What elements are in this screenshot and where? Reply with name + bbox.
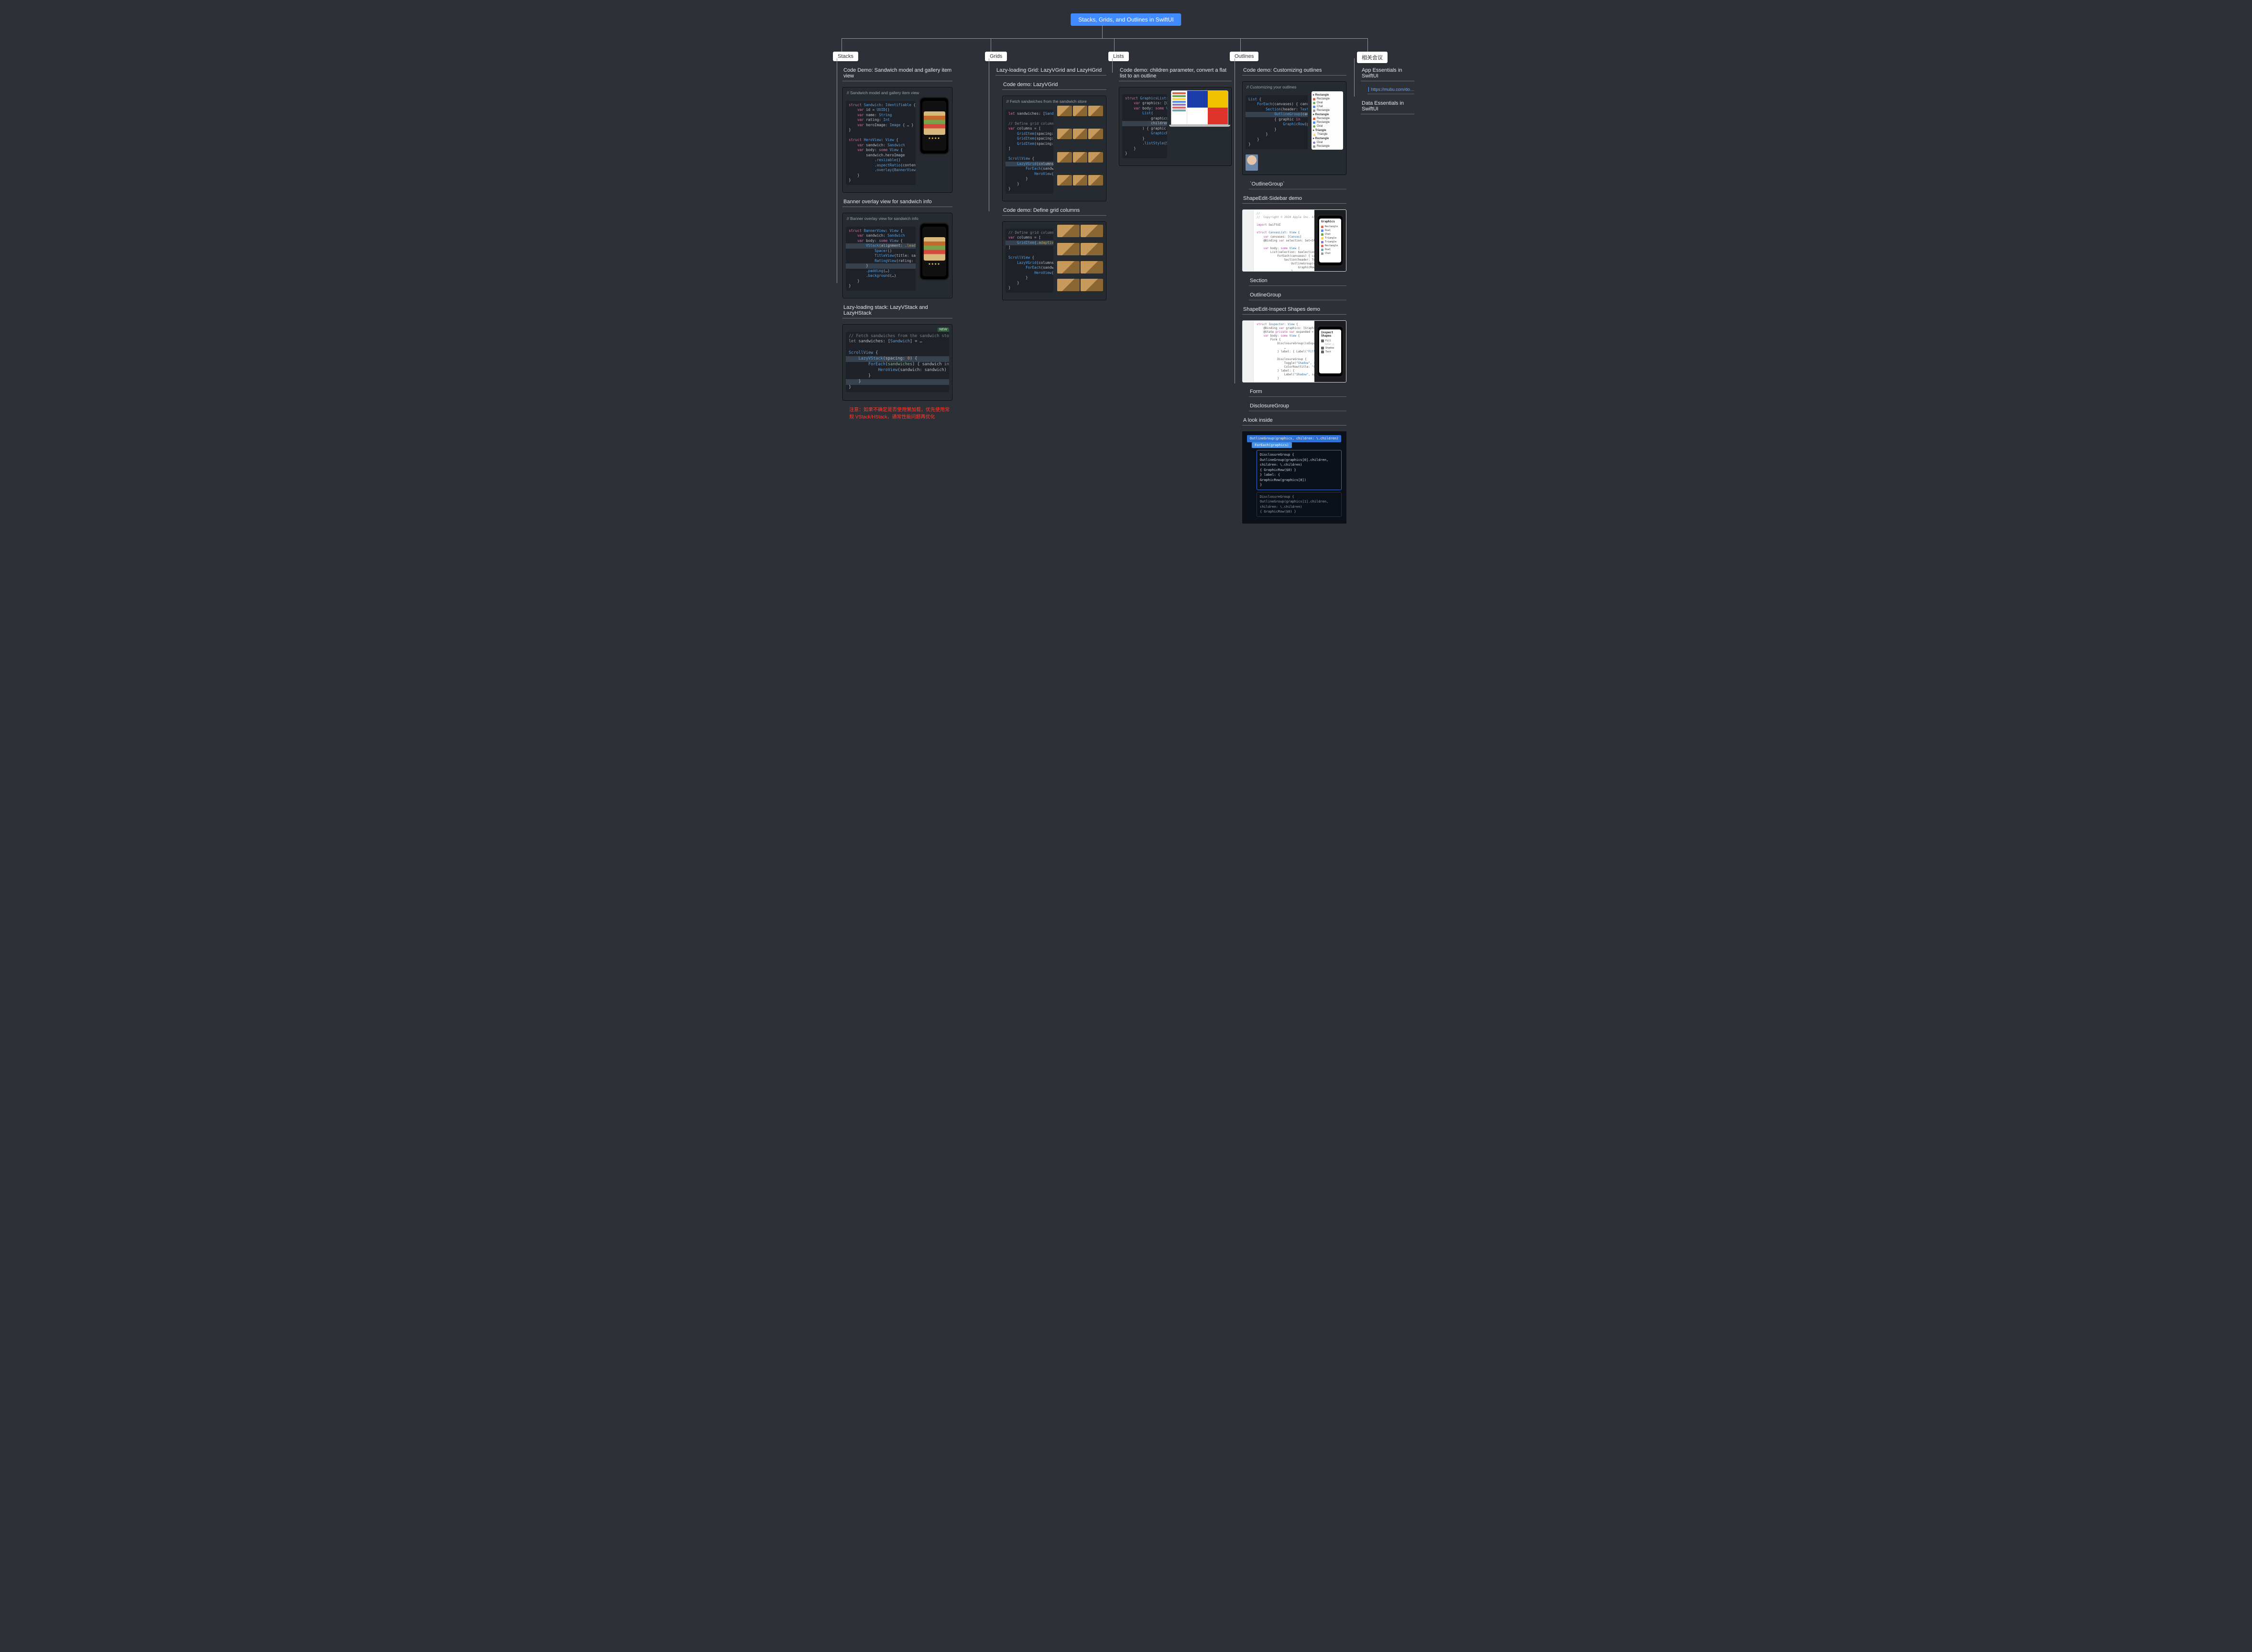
ide-sidebar-demo: // // Copyright © 2020 Apple Inc. All ri… <box>1242 209 1346 272</box>
code-block: let sandwiches: [Sandwich] = … // Define… <box>1006 109 1053 194</box>
code-card-children-param: struct GraphicsList: View { var graphics… <box>1119 87 1232 166</box>
outline-panel-preview: ▸ RectangleRectangleOvalChatRectangle▸ R… <box>1312 91 1343 150</box>
ide-file-sidebar <box>1243 321 1254 382</box>
code-block: struct GraphicsList: View { var graphics… <box>1122 94 1167 158</box>
code-block: // Fetch sandwiches from the sandwich st… <box>846 332 949 393</box>
branch-lists[interactable]: Lists <box>1108 52 1129 61</box>
topic[interactable]: ShapeEdit-Inspect Shapes demo <box>1242 306 1346 315</box>
sandwich-image <box>924 237 945 261</box>
code-block: List { ForEach(canvases) { canvas in Sec… <box>1246 95 1308 149</box>
topic-related-item[interactable]: App Essentials in SwiftUI <box>1361 67 1414 81</box>
presenter-photo <box>1246 154 1258 171</box>
link-card[interactable]: https://mubu.com/doc/7R3LEB4eUZo <box>1367 87 1414 94</box>
connector <box>842 38 1367 39</box>
code-block: struct BannerView: View { var sandwich: … <box>846 227 916 291</box>
connector <box>1102 25 1103 38</box>
look-line: OutlineGroup(graphics, children: \.child… <box>1247 435 1341 442</box>
rating-stars: ★★★★ <box>928 263 940 266</box>
connector <box>1240 38 1241 52</box>
ide-inspect-demo: struct Inspector: View { @Binding var gr… <box>1242 320 1346 383</box>
topic[interactable]: Code demo: LazyVGrid <box>1002 81 1106 90</box>
phone-preview: ★★★★ <box>919 223 949 280</box>
look-inside-card: OutlineGroup(graphics, children: \.child… <box>1242 431 1346 524</box>
column-stacks: Code Demo: Sandwich model and gallery it… <box>839 67 952 421</box>
code-block: struct Sandwich: Identifiable { var id =… <box>846 101 916 185</box>
code-card-lazy-stack: NEW // Fetch sandwiches from the sandwic… <box>842 324 952 401</box>
connector <box>1114 38 1115 52</box>
rating-stars: ★★★★ <box>928 137 940 140</box>
phone-preview: ★★★★ <box>919 97 949 154</box>
warning-note: 注意：如果不确定是否使用懒加载，优先使用常规 VStack/HStack，通常性… <box>849 406 952 421</box>
ide-editor: struct Inspector: View { @Binding var gr… <box>1254 321 1314 382</box>
look-box: DisclosureGroup { OutlineGroup(graphics[… <box>1257 492 1342 517</box>
branch-grids[interactable]: Grids <box>985 52 1007 61</box>
topic[interactable]: Form <box>1249 388 1346 397</box>
laptop-preview <box>1171 90 1228 162</box>
topic[interactable]: ShapeEdit-Sidebar demo <box>1242 195 1346 204</box>
topic[interactable]: Lazy-loading stack: LazyVStack and LazyH… <box>842 304 952 318</box>
look-box: DisclosureGroup { OutlineGroup(graphics[… <box>1257 450 1342 490</box>
ide-preview: Inspect Shapes Fill Color ▢ Shadow Text <box>1314 321 1346 382</box>
link-url: https://mubu.com/doc/7R3LEB4eUZo <box>1371 87 1414 92</box>
code-card-lazyvgrid: // Fetch sandwiches from the sandwich st… <box>1002 96 1106 201</box>
topic[interactable]: Code Demo: Sandwich model and gallery it… <box>842 67 952 81</box>
column-grids: Lazy-loading Grid: LazyVGrid and LazyHGr… <box>992 67 1106 300</box>
laptop-canvas <box>1187 91 1228 124</box>
preview-title: Graphics <box>1319 219 1341 225</box>
new-badge: NEW <box>938 328 949 332</box>
card-caption: // Banner overlay view for sandwich info <box>847 216 949 221</box>
code-card-grid-columns: // Define grid columns var columns = [ G… <box>1002 221 1106 300</box>
topic[interactable]: Code demo: Define grid columns <box>1002 207 1106 216</box>
laptop-sidebar <box>1171 91 1187 124</box>
ide-preview: Graphics RectangleOvalChatTriangleTriang… <box>1314 210 1346 271</box>
topic[interactable]: Code demo: children parameter, convert a… <box>1119 67 1232 81</box>
link-accent-bar <box>1368 87 1369 92</box>
code-card-sandwich-model: // Sandwich model and gallery item view … <box>842 87 952 193</box>
branch-related[interactable]: 相关会议 <box>1357 52 1388 63</box>
topic[interactable]: OutlineGroup <box>1249 292 1346 300</box>
connector <box>1354 58 1355 97</box>
column-outlines: Code demo: Customizing outlines // Custo… <box>1238 67 1346 524</box>
grid-preview <box>1057 225 1103 296</box>
topic[interactable]: `OutlineGroup` <box>1249 181 1346 189</box>
root-node[interactable]: Stacks, Grids, and Outlines in SwiftUI <box>1071 13 1181 26</box>
connector <box>1367 38 1368 52</box>
card-caption: // Fetch sandwiches from the sandwich st… <box>1006 99 1103 104</box>
ide-file-sidebar <box>1243 210 1254 271</box>
code-card-banner-view: // Banner overlay view for sandwich info… <box>842 213 952 298</box>
mindmap-canvas: Stacks, Grids, and Outlines in SwiftUI S… <box>818 0 1434 478</box>
topic[interactable]: Lazy-loading Grid: LazyVGrid and LazyHGr… <box>995 67 1106 76</box>
topic[interactable]: Code demo: Customizing outlines <box>1242 67 1346 76</box>
preview-title: Inspect Shapes <box>1319 329 1341 339</box>
code-card-customizing-outlines: // Customizing your outlines List { ForE… <box>1242 81 1346 175</box>
sandwich-image <box>924 111 945 135</box>
look-line: ForEach(graphics) <box>1252 442 1292 449</box>
code-block: // Define grid columns var columns = [ G… <box>1006 229 1053 293</box>
topic[interactable]: A look inside <box>1242 417 1346 426</box>
column-lists: Code demo: children parameter, convert a… <box>1115 67 1232 166</box>
grid-preview <box>1057 106 1103 197</box>
topic-related-item[interactable]: Data Essentials in SwiftUI <box>1361 100 1414 114</box>
card-caption: // Customizing your outlines <box>1246 85 1343 89</box>
column-related: App Essentials in SwiftUI https://mubu.c… <box>1357 67 1414 114</box>
ide-editor: // // Copyright © 2020 Apple Inc. All ri… <box>1254 210 1314 271</box>
topic[interactable]: DisclosureGroup <box>1249 403 1346 411</box>
topic[interactable]: Banner overlay view for sandwich info <box>842 198 952 207</box>
topic[interactable]: Section <box>1249 277 1346 286</box>
connector <box>1112 58 1113 73</box>
card-caption: // Sandwich model and gallery item view <box>847 90 949 95</box>
